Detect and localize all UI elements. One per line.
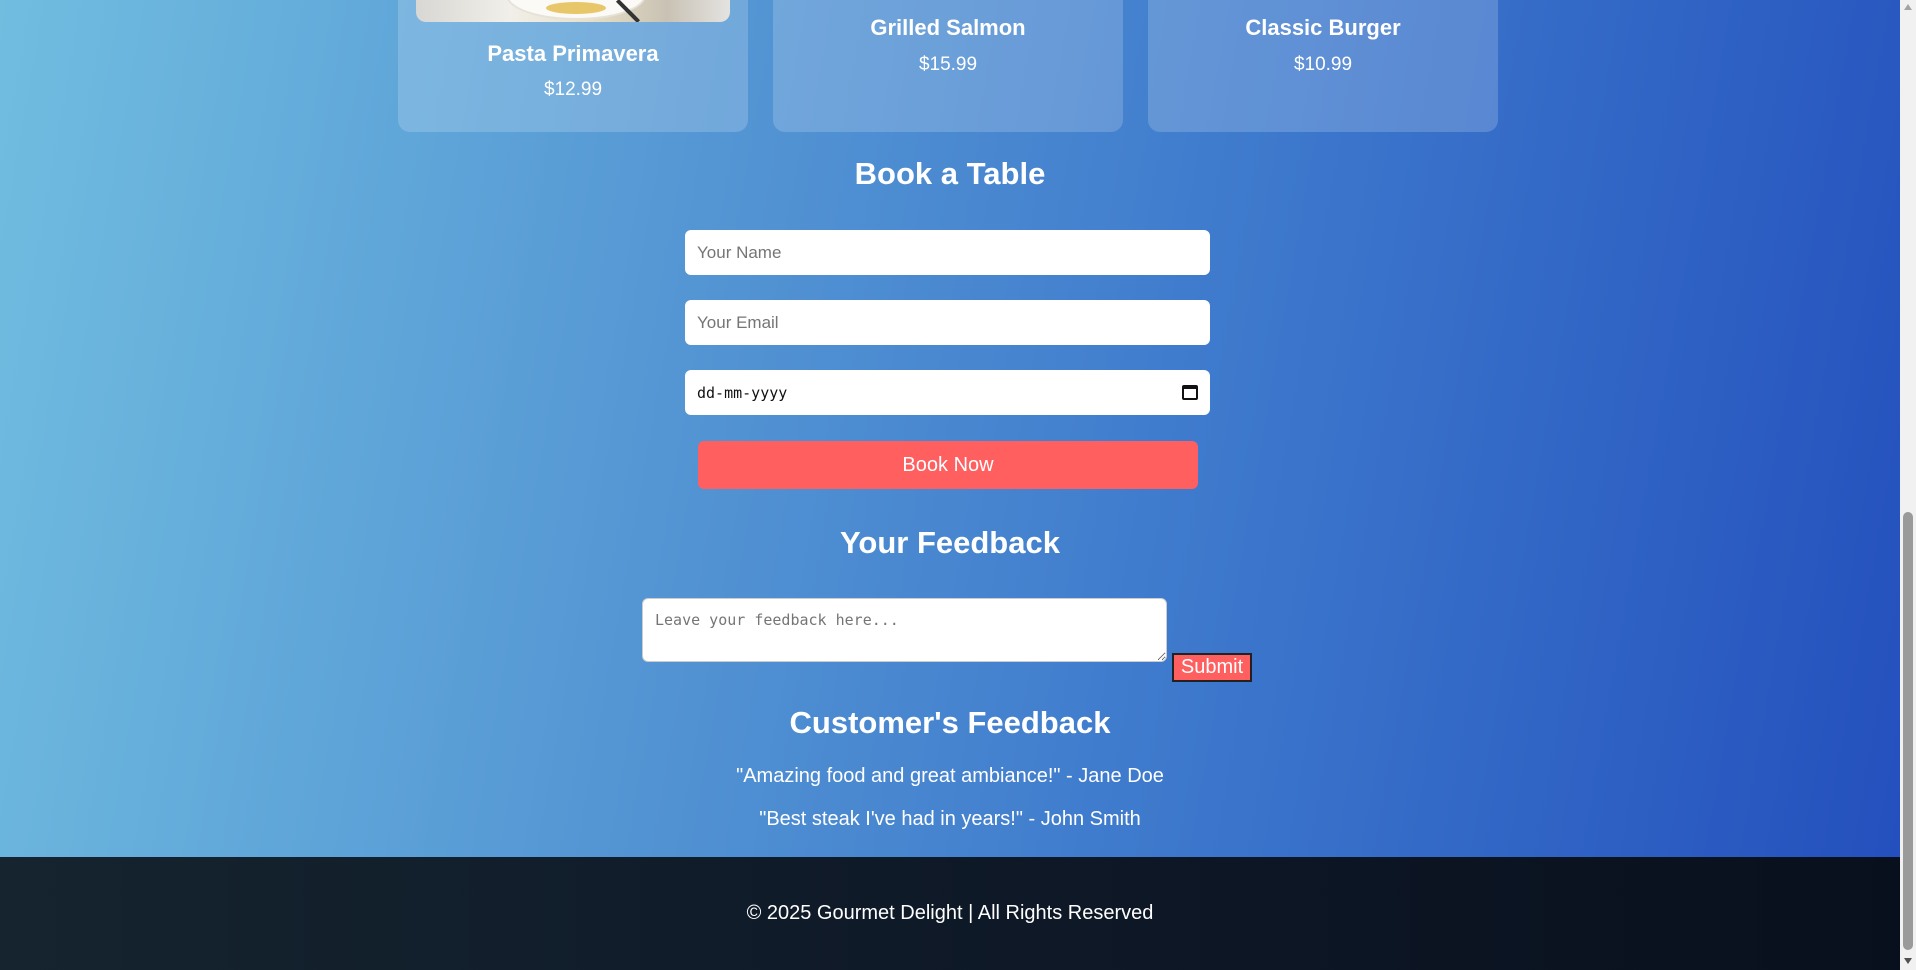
date-placeholder: dd-mm-yyyy bbox=[697, 383, 788, 402]
feedback-section-title: Your Feedback bbox=[840, 525, 1060, 560]
booking-section-title: Book a Table bbox=[854, 156, 1046, 191]
scroll-down-arrow-icon[interactable] bbox=[1904, 958, 1912, 964]
book-now-button[interactable]: Book Now bbox=[698, 441, 1198, 489]
dish-price: $10.99 bbox=[1293, 54, 1353, 75]
testimonials-title: Customer's Feedback bbox=[789, 705, 1111, 740]
scroll-up-arrow-icon[interactable] bbox=[1904, 4, 1912, 10]
date-field[interactable]: dd-mm-yyyy bbox=[685, 370, 1210, 415]
submit-feedback-button[interactable]: Submit bbox=[1172, 653, 1252, 682]
menu-card-pasta-primavera[interactable]: Pasta Primavera $12.99 bbox=[398, 0, 748, 132]
main-content: Pasta Primavera $12.99 Grilled Salmon $1… bbox=[0, 0, 1900, 857]
vertical-scrollbar[interactable] bbox=[1900, 0, 1916, 970]
menu-card-classic-burger[interactable]: Classic Burger $10.99 bbox=[1148, 0, 1498, 132]
dish-image bbox=[416, 0, 730, 22]
feedback-textarea[interactable] bbox=[642, 598, 1167, 662]
dish-price: $12.99 bbox=[543, 79, 603, 100]
dish-name: Grilled Salmon bbox=[870, 15, 1026, 40]
page-viewport: Pasta Primavera $12.99 Grilled Salmon $1… bbox=[0, 0, 1900, 970]
dish-name: Classic Burger bbox=[1245, 15, 1401, 40]
dish-name: Pasta Primavera bbox=[487, 41, 659, 66]
name-field[interactable] bbox=[685, 230, 1210, 275]
scrollbar-thumb[interactable] bbox=[1903, 512, 1913, 950]
page-footer: © 2025 Gourmet Delight | All Rights Rese… bbox=[0, 857, 1900, 970]
testimonial-quote: "Best steak I've had in years!" - John S… bbox=[759, 808, 1141, 830]
footer-copyright: © 2025 Gourmet Delight | All Rights Rese… bbox=[746, 902, 1154, 924]
dish-price: $15.99 bbox=[918, 54, 978, 75]
email-field[interactable] bbox=[685, 300, 1210, 345]
menu-card-grilled-salmon[interactable]: Grilled Salmon $15.99 bbox=[773, 0, 1123, 132]
calendar-icon[interactable] bbox=[1182, 385, 1198, 400]
testimonial-quote: "Amazing food and great ambiance!" - Jan… bbox=[736, 765, 1164, 787]
